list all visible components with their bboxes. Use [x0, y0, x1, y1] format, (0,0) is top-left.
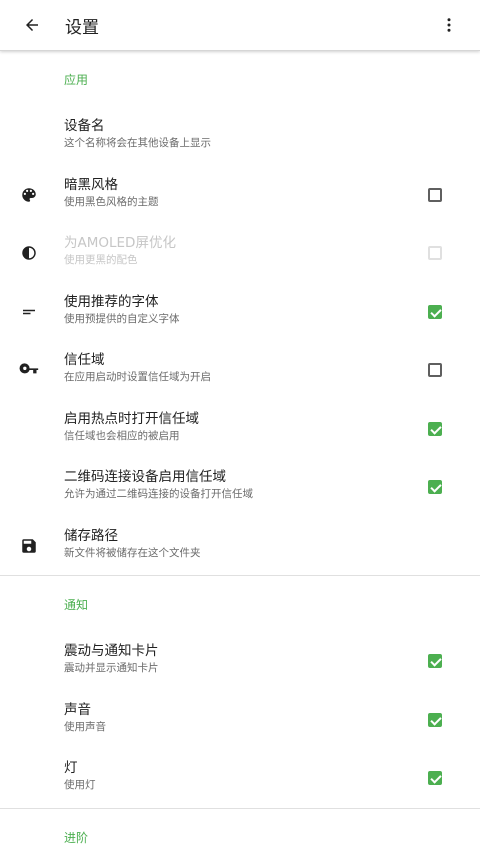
- arrow-back-icon: [26, 19, 38, 31]
- section-header-advanced: 进阶: [0, 809, 480, 865]
- setting-subtitle: 震动并显示通知卡片: [64, 662, 159, 674]
- setting-subtitle: 允许为通过二维码连接的设备打开信任域: [64, 488, 253, 500]
- setting-title: 为AMOLED屏优化: [64, 235, 176, 251]
- app-bar: 设置: [0, 0, 480, 51]
- page-title: 设置: [65, 18, 99, 38]
- setting-subtitle: 使用预提供的自定义字体: [64, 312, 180, 325]
- short-text-icon: [19, 302, 39, 322]
- hotspot-trust-zone-checkbox[interactable]: [428, 421, 442, 436]
- section-title: 进阶: [64, 830, 89, 845]
- recommended-font-checkbox[interactable]: [428, 304, 442, 319]
- save-icon: [19, 536, 39, 556]
- setting-trust-zone[interactable]: 信任域 在应用启动时设置信任域为开启: [0, 341, 480, 400]
- trust-zone-checkbox[interactable]: [428, 363, 442, 378]
- setting-subtitle: 信任域也会相应的被启用: [64, 429, 180, 442]
- more-options-button[interactable]: [434, 10, 464, 40]
- setting-qr-trust-zone[interactable]: 二维码连接设备启用信任域 允许为通过二维码连接的设备打开信任域: [0, 458, 480, 517]
- setting-title: 震动与通知卡片: [64, 643, 159, 659]
- amoled-checkbox: [428, 246, 442, 261]
- section-title: 应用: [64, 73, 89, 87]
- section-title: 通知: [64, 598, 89, 612]
- setting-light[interactable]: 灯 使用灯: [0, 749, 480, 808]
- setting-title: 启用热点时打开信任域: [64, 410, 199, 427]
- setting-recommended-font[interactable]: 使用推荐的字体 使用预提供的自定义字体: [0, 283, 480, 342]
- sound-checkbox[interactable]: [428, 712, 442, 727]
- dark-theme-checkbox[interactable]: [428, 187, 442, 202]
- setting-title: 二维码连接设备启用信任域: [64, 469, 226, 485]
- section-header-app: 应用: [0, 51, 480, 107]
- setting-title: 信任域: [64, 352, 105, 368]
- more-vert-icon: [447, 18, 451, 32]
- setting-subtitle: 使用声音: [64, 720, 106, 733]
- settings-list: 应用 设备名 这个名称将会在其他设备上显示 暗黑风格 使用黑色风格的主题 为AM…: [0, 51, 480, 865]
- setting-subtitle: 使用灯: [64, 779, 96, 791]
- setting-amoled: 为AMOLED屏优化 使用更黑的配色: [0, 224, 480, 283]
- setting-subtitle: 新文件将被储存在这个文件夹: [64, 546, 201, 559]
- setting-dark-theme[interactable]: 暗黑风格 使用黑色风格的主题: [0, 166, 480, 225]
- contrast-icon: [19, 243, 39, 263]
- setting-title: 使用推荐的字体: [64, 293, 159, 310]
- vibrate-checkbox[interactable]: [428, 654, 442, 669]
- setting-title: 储存路径: [64, 527, 118, 544]
- qr-trust-zone-checkbox[interactable]: [428, 480, 442, 495]
- setting-subtitle: 这个名称将会在其他设备上显示: [64, 137, 211, 149]
- back-button[interactable]: [17, 10, 47, 40]
- setting-title: 设备名: [64, 118, 105, 134]
- setting-subtitle: 使用黑色风格的主题: [64, 195, 159, 208]
- key-icon: [19, 360, 39, 380]
- setting-title: 灯: [64, 760, 78, 776]
- setting-storage-path[interactable]: 储存路径 新文件将被储存在这个文件夹: [0, 517, 480, 576]
- light-checkbox[interactable]: [428, 771, 442, 786]
- section-header-notify: 通知: [0, 576, 480, 632]
- setting-device-name[interactable]: 设备名 这个名称将会在其他设备上显示: [0, 107, 480, 166]
- setting-title: 暗黑风格: [64, 176, 118, 193]
- setting-subtitle: 在应用启动时设置信任域为开启: [64, 371, 211, 383]
- setting-hotspot-trust-zone[interactable]: 启用热点时打开信任域 信任域也会相应的被启用: [0, 400, 480, 459]
- setting-subtitle: 使用更黑的配色: [64, 254, 138, 266]
- setting-title: 声音: [64, 701, 91, 718]
- setting-vibrate-notification[interactable]: 震动与通知卡片 震动并显示通知卡片: [0, 632, 480, 691]
- setting-sound[interactable]: 声音 使用声音: [0, 691, 480, 750]
- palette-icon: [19, 185, 39, 205]
